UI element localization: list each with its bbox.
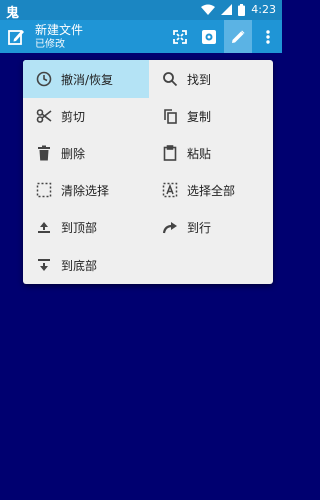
wifi-icon <box>201 4 216 15</box>
signal-icon <box>221 4 233 15</box>
overflow-menu-button[interactable] <box>254 20 282 53</box>
fullscreen-button[interactable] <box>166 20 194 53</box>
menu-item-label: 撤消/恢复 <box>61 72 114 87</box>
settings-icon <box>202 29 216 44</box>
carrier-glyph: 鬼 <box>6 6 20 21</box>
edit-icon <box>232 30 245 43</box>
status-bar: 鬼 4:23 <box>0 0 282 21</box>
menu-item-go-to-line[interactable]: 到行 <box>149 208 273 246</box>
menu-item-copy[interactable]: 复制 <box>149 97 273 135</box>
menu-item-paste[interactable]: 粘贴 <box>149 134 273 172</box>
app-bar: 新建文件 已修改 <box>0 20 282 53</box>
menu-item-label: 到顶部 <box>61 220 98 235</box>
document-status: 已修改 <box>35 39 65 50</box>
menu-item-label: 粘贴 <box>187 146 212 161</box>
to-bottom-icon <box>35 256 53 274</box>
menu-item-select-all[interactable]: 选择全部 <box>149 171 273 209</box>
menu-item-label: 复制 <box>187 109 212 124</box>
menu-item-clear-selection[interactable]: 清除选择 <box>23 171 149 209</box>
edit-mode-button[interactable] <box>224 20 252 53</box>
menu-item-undo-redo[interactable]: 撤消/恢复 <box>23 60 149 98</box>
to-top-icon <box>35 218 53 236</box>
battery-icon <box>238 3 246 16</box>
copy-icon <box>161 107 179 125</box>
goto-line-icon <box>161 218 179 236</box>
menu-item-go-to-bottom[interactable]: 到底部 <box>23 246 149 284</box>
trash-icon <box>35 144 53 162</box>
clock: 4:23 <box>251 3 276 16</box>
menu-item-go-to-top[interactable]: 到顶部 <box>23 208 149 246</box>
deselect-icon <box>35 181 53 199</box>
clipboard-icon <box>161 144 179 162</box>
fullscreen-icon <box>173 29 187 44</box>
menu-item-label: 剪切 <box>61 109 86 124</box>
menu-item-label: 到底部 <box>61 258 98 273</box>
history-icon <box>35 70 53 88</box>
menu-item-cut[interactable]: 剪切 <box>23 97 149 135</box>
document-title: 新建文件 <box>35 23 84 37</box>
menu-item-label: 到行 <box>187 220 212 235</box>
edit-document-icon[interactable] <box>8 28 25 45</box>
edit-menu-popup: 撤消/恢复 找到 剪切 复制 删除 粘贴 清除选择 选择全部 到顶部 到行 到底… <box>23 60 273 284</box>
menu-item-delete[interactable]: 删除 <box>23 134 149 172</box>
menu-item-label: 找到 <box>187 72 212 87</box>
scissors-icon <box>35 107 53 125</box>
more-icon <box>266 29 270 44</box>
search-icon <box>161 70 179 88</box>
select-all-icon <box>161 181 179 199</box>
menu-item-label: 选择全部 <box>187 183 236 198</box>
menu-item-label: 删除 <box>61 146 86 161</box>
menu-item-label: 清除选择 <box>61 183 110 198</box>
menu-item-find[interactable]: 找到 <box>149 60 273 98</box>
settings-button[interactable] <box>195 20 223 53</box>
